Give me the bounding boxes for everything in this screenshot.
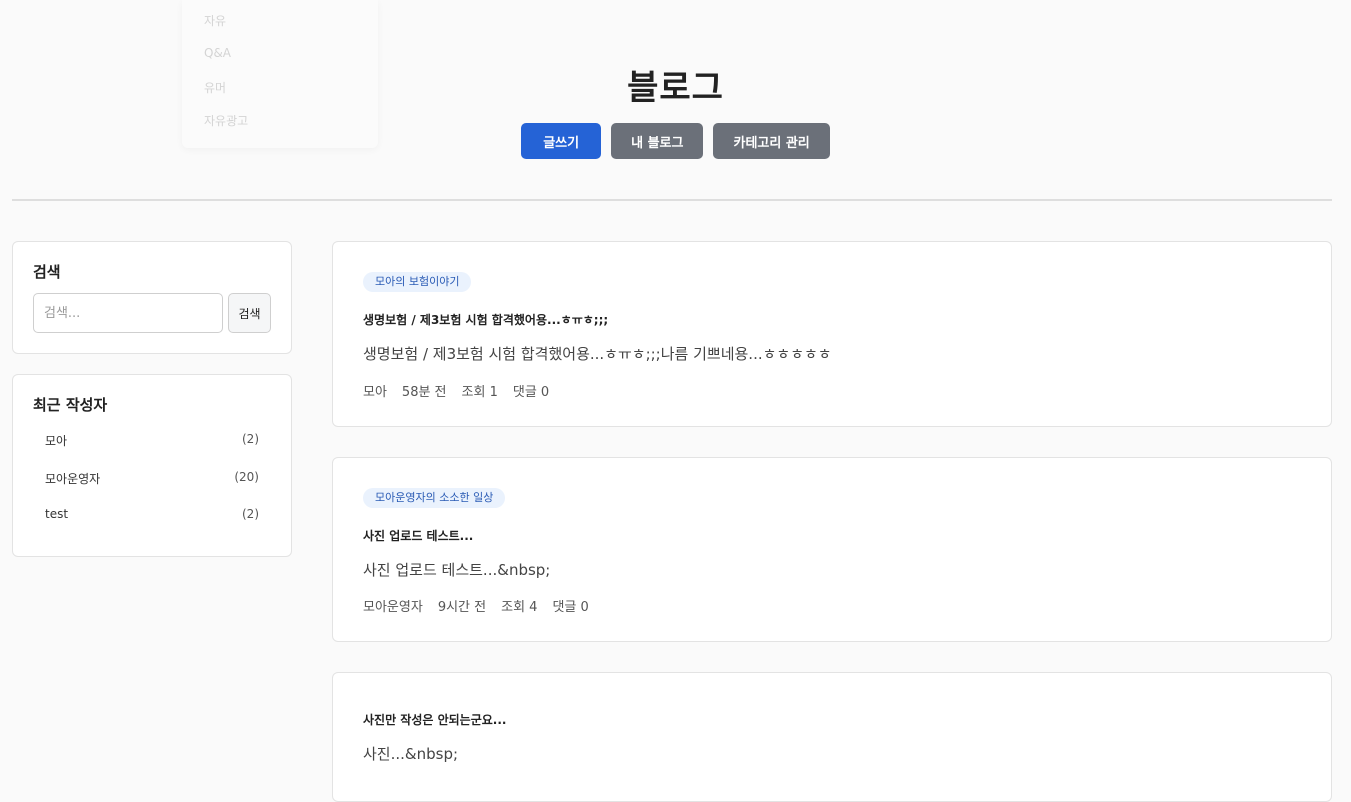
blog-header: 블로그 글쓰기 내 블로그 카테고리 관리 [0,0,1351,200]
post-excerpt: 생명보험 / 제3보험 시험 합격했어용...ㅎㅠㅎ;;;나름 기쁘네용...ㅎ… [363,345,832,363]
author-name: test [45,507,69,521]
post-views: 조회 1 [461,385,498,400]
author-name: 모아운영자 [45,472,101,486]
author-item[interactable]: test (2) [45,507,259,521]
search-button[interactable]: 검색 [228,293,271,333]
author-name: 모아 [45,434,68,448]
post-author: 모아운영자 [363,600,423,615]
post-comments: 댓글 0 [512,385,550,400]
header-divider [12,199,1332,201]
post-time: 9시간 전 [437,600,487,615]
author-item[interactable]: 모아 (2) [45,432,259,449]
author-post-count: (20) [234,470,259,484]
post-card[interactable]: 모아운영자의 소소한 일상 사진 업로드 테스트... 사진 업로드 테스트..… [332,457,1332,642]
search-panel-title: 검색 [33,263,61,281]
page-title: 블로그 [627,68,724,108]
post-card[interactable]: 모아의 보험이야기 생명보험 / 제3보험 시험 합격했어용...ㅎㅠㅎ;;; … [332,241,1332,427]
post-title[interactable]: 생명보험 / 제3보험 시험 합격했어용...ㅎㅠㅎ;;; [363,311,608,328]
search-panel: 검색 검색 [12,241,292,354]
author-post-count: (2) [242,507,259,521]
post-title[interactable]: 사진 업로드 테스트... [363,527,473,544]
post-excerpt: 사진...&nbsp; [363,745,459,763]
post-meta: 모아 58분 전 조회 1 댓글 0 [363,381,549,400]
post-title[interactable]: 사진만 작성은 안되는군요... [363,711,506,728]
author-post-count: (2) [242,432,259,446]
search-input[interactable] [33,293,223,333]
recent-authors-title: 최근 작성자 [33,396,108,414]
post-meta: 모아운영자 9시간 전 조회 4 댓글 0 [363,596,589,615]
post-views: 조회 4 [501,600,538,615]
post-category-tag[interactable]: 모아의 보험이야기 [363,272,472,292]
author-item[interactable]: 모아운영자 (20) [45,470,259,487]
post-excerpt: 사진 업로드 테스트...&nbsp; [363,561,551,579]
header-actions: 글쓰기 내 블로그 카테고리 관리 [0,123,1351,159]
recent-authors-panel: 최근 작성자 모아 (2) 모아운영자 (20) test (2) [12,374,292,557]
post-category-tag[interactable]: 모아운영자의 소소한 일상 [363,488,506,508]
post-author: 모아 [363,385,387,400]
write-button[interactable]: 글쓰기 [521,123,602,159]
post-comments: 댓글 0 [552,600,589,615]
post-time: 58분 전 [401,385,447,400]
post-card[interactable]: 사진만 작성은 안되는군요... 사진...&nbsp; [332,672,1332,802]
my-blog-button[interactable]: 내 블로그 [611,123,704,159]
category-manage-button[interactable]: 카테고리 관리 [713,123,830,159]
